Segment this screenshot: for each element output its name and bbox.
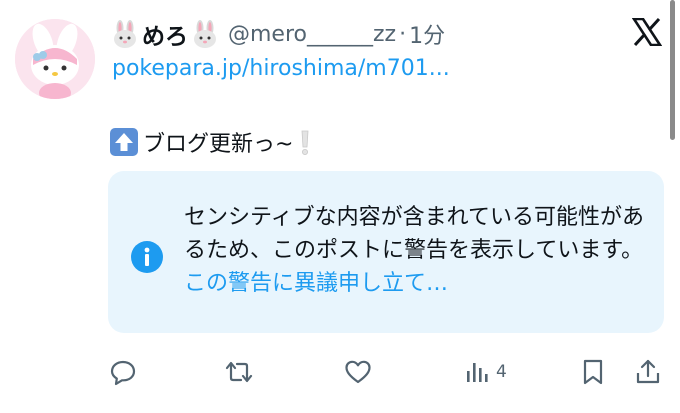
- post-link[interactable]: pokepara.jp/hiroshima/m701...: [112, 56, 450, 81]
- bookmark-icon: [583, 359, 603, 385]
- heart-icon: [345, 360, 371, 384]
- x-logo-icon[interactable]: [632, 18, 662, 46]
- rabbit-emoji-icon: [194, 20, 216, 48]
- repost-button[interactable]: [224, 356, 254, 388]
- views-count: 4: [496, 362, 507, 382]
- share-button[interactable]: [634, 356, 662, 388]
- like-button[interactable]: [344, 356, 372, 388]
- user-handle[interactable]: @mero______zz: [228, 22, 396, 47]
- tweet-header: めろ @mero______zz · 1分: [112, 18, 445, 50]
- views-icon: [467, 363, 488, 382]
- avatar-image: [15, 19, 95, 99]
- display-name[interactable]: めろ: [142, 17, 188, 51]
- post-text: ブログ更新っ~: [109, 126, 313, 158]
- appeal-warning-link[interactable]: この警告に異議申し立て…: [184, 271, 448, 296]
- repost-icon: [225, 361, 253, 383]
- views-button[interactable]: 4: [464, 356, 507, 388]
- warning-message: センシティブな内容が含まれている可能性があるため、このポストに警告を表示していま…: [184, 205, 645, 263]
- avatar[interactable]: [15, 19, 95, 99]
- reply-icon: [110, 360, 136, 386]
- up-arrow-emoji-icon: [110, 128, 138, 156]
- rabbit-emoji-icon: [114, 20, 136, 48]
- post-body-text: ブログ更新っ~: [143, 132, 294, 157]
- share-icon: [636, 359, 660, 384]
- warning-text: センシティブな内容が含まれている可能性があるため、このポストに警告を表示していま…: [184, 201, 654, 300]
- sensitive-warning-box: センシティブな内容が含まれている可能性があるため、このポストに警告を表示していま…: [108, 171, 664, 333]
- white-exclamation-emoji-icon: [302, 130, 309, 155]
- header-separator: ·: [399, 21, 407, 47]
- timestamp[interactable]: 1分: [409, 18, 445, 50]
- info-icon: [131, 241, 163, 273]
- bookmark-button[interactable]: [580, 356, 606, 388]
- scrollbar[interactable]: [670, 0, 675, 140]
- reply-button[interactable]: [109, 356, 137, 388]
